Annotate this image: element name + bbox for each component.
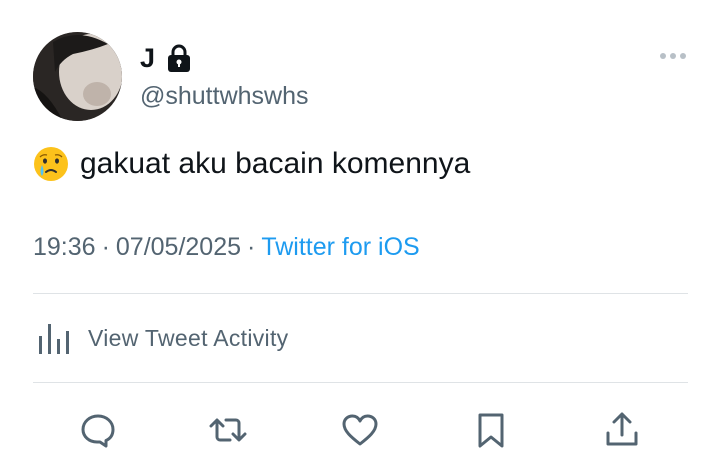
meta-separator-2: ·: [247, 233, 256, 261]
view-tweet-activity-label: View Tweet Activity: [88, 324, 289, 351]
tweet-date: 07/05/2025: [115, 233, 242, 261]
tweet-time: 19:36: [33, 233, 96, 261]
tweet-body: gakuat aku bacain komennya: [33, 146, 470, 182]
avatar[interactable]: [33, 32, 122, 121]
share-icon[interactable]: [600, 408, 644, 452]
bookmark-icon[interactable]: [469, 408, 513, 452]
divider-bottom: [33, 382, 688, 383]
action-bar: [0, 408, 720, 458]
name-row: J: [140, 40, 192, 76]
lock-icon: [167, 44, 190, 72]
retweet-icon[interactable]: [206, 408, 250, 452]
reply-icon[interactable]: [76, 408, 120, 452]
meta-separator: ·: [101, 233, 110, 261]
more-options-icon[interactable]: [660, 53, 690, 65]
tweet-meta: 19:36 · 07/05/2025 · Twitter for iOS: [33, 233, 420, 262]
view-tweet-activity[interactable]: View Tweet Activity: [38, 320, 288, 356]
bar-chart-icon: [39, 324, 69, 354]
tweet-source-link[interactable]: Twitter for iOS: [261, 233, 419, 261]
tweet-text: gakuat aku bacain komennya: [80, 147, 471, 180]
avatar-image: [33, 32, 122, 121]
like-icon[interactable]: [338, 408, 382, 452]
user-handle[interactable]: @shuttwhswhs: [140, 82, 309, 111]
divider-top: [33, 293, 688, 294]
crying-face-emoji: [34, 147, 68, 181]
display-name[interactable]: J: [140, 43, 156, 74]
